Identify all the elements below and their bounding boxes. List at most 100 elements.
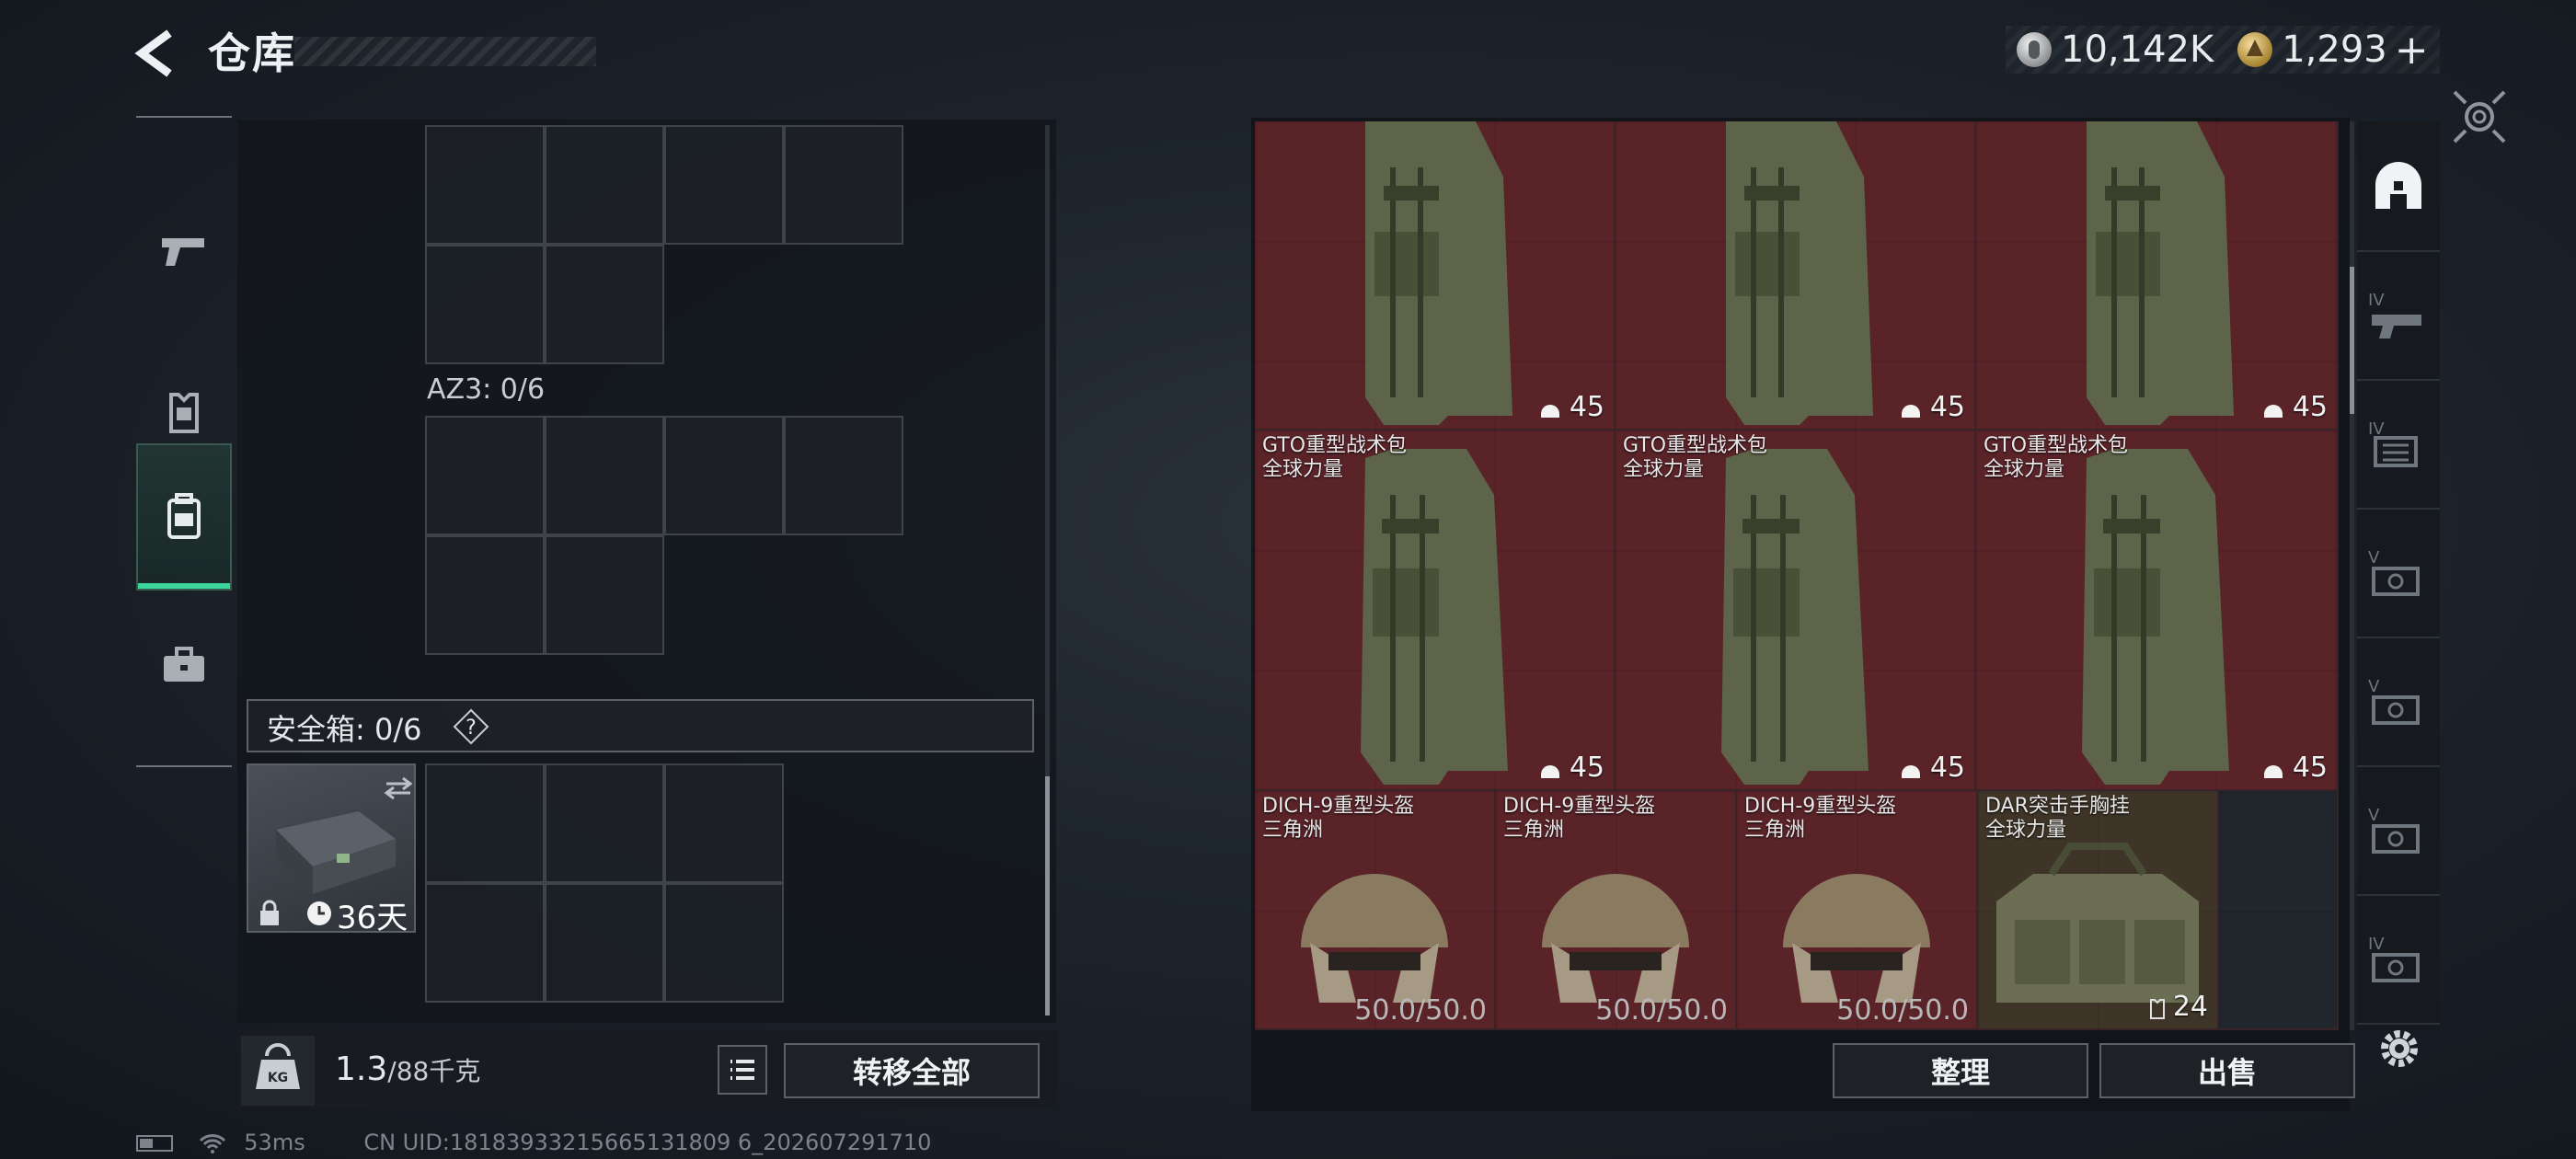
backpack-image (1361, 449, 1508, 785)
backpack-image (2082, 449, 2229, 785)
helmet-small-icon (1902, 765, 1920, 778)
item-durability: 50.0/50.0 (1354, 994, 1487, 1027)
sort-button[interactable]: 整理 (1833, 1043, 2088, 1098)
backpack-image (1721, 449, 1869, 785)
tab-tier-v-1[interactable]: V (2357, 508, 2440, 638)
tab-all-storage[interactable] (2357, 121, 2440, 252)
grid-slot[interactable] (664, 763, 784, 883)
item-gto-backpack[interactable]: GTO重型战术包 全球力量 45 (1976, 430, 2339, 791)
back-arrow-icon[interactable] (129, 26, 184, 81)
item-dar-chest-rig[interactable]: DAR突击手胸挂 全球力量 24 (1978, 791, 2219, 1030)
safebox-label: 安全箱: 0/6 (267, 712, 422, 747)
sidebar-item-backpack[interactable] (136, 443, 232, 591)
grid-slot[interactable] (545, 416, 664, 535)
right-scrollbar-thumb[interactable] (2350, 267, 2354, 414)
right-scrollbar-track[interactable] (2350, 121, 2354, 1030)
item-gto-backpack[interactable]: GTO重型战术包 全球力量 45 (1616, 430, 1976, 791)
grid-slot[interactable] (545, 125, 664, 245)
grid-slot[interactable] (425, 416, 545, 535)
item-backpack[interactable]: 45 (1616, 121, 1976, 430)
svg-text:V: V (2368, 548, 2380, 568)
safebox-timer: 36天 (337, 900, 408, 936)
helmet-small-icon (1541, 405, 1559, 418)
item-durability: 50.0/50.0 (1595, 994, 1728, 1027)
help-icon[interactable]: ? (453, 708, 489, 745)
tab-tier-iv-2[interactable]: IV (2357, 379, 2440, 510)
item-dich9-helmet[interactable]: DICH-9重型头盔 三角洲 50.0/50.0 (1496, 791, 1737, 1030)
tab-tier-v-2[interactable]: V (2357, 637, 2440, 767)
svg-text:V: V (2368, 806, 2380, 825)
tier-v-item-icon: V (2368, 806, 2420, 854)
crosshair-target-icon[interactable] (2451, 88, 2508, 145)
storage-tabs: IV IV V V V IV (2357, 121, 2440, 1030)
item-backpack[interactable]: 45 (1976, 121, 2339, 430)
grid-slot[interactable] (545, 883, 664, 1003)
grid-slot[interactable] (664, 883, 784, 1003)
grid-slot[interactable] (425, 125, 545, 245)
grid-slot[interactable] (784, 125, 903, 245)
helmet-small-icon (1541, 765, 1559, 778)
weight-readout: 1.3/88千克 (335, 1050, 480, 1088)
current-weight: 1.3 (335, 1050, 388, 1088)
empty-grid-slot[interactable] (2219, 791, 2339, 1030)
grid-slot[interactable] (664, 416, 784, 535)
gold-coin-icon (2237, 32, 2273, 67)
item-dich9-helmet[interactable]: DICH-9重型头盔 三角洲 50.0/50.0 (1255, 791, 1496, 1030)
svg-text:IV: IV (2368, 935, 2385, 954)
item-quantity: 45 (1929, 752, 1965, 784)
backpack-image (1365, 121, 1512, 425)
tier-iv-item-icon: IV (2368, 935, 2420, 982)
tab-tier-iv-3[interactable]: IV (2357, 894, 2440, 1025)
weight-icon-box: KG (241, 1036, 315, 1106)
svg-text:?: ? (466, 717, 477, 740)
tier-iv-item-icon: IV (2368, 291, 2421, 339)
grid-slot[interactable] (425, 883, 545, 1003)
list-view-button[interactable] (718, 1045, 767, 1095)
item-name-block: GTO重型战术包 全球力量 (1262, 434, 1407, 482)
grid-slot[interactable] (664, 125, 784, 245)
grid-slot[interactable] (545, 535, 664, 655)
grid-slot[interactable] (784, 416, 903, 535)
armor-vest-icon (169, 393, 199, 433)
item-backpack[interactable]: 45 (1255, 121, 1616, 430)
item-name-block: GTO重型战术包 全球力量 (1984, 434, 2128, 482)
tier-v-item-icon: V (2368, 548, 2420, 596)
item-gto-backpack[interactable]: GTO重型战术包 全球力量 45 (1255, 430, 1616, 791)
svg-text:IV: IV (2368, 291, 2385, 310)
grid-slot[interactable] (545, 245, 664, 364)
helmet-category-icon (2375, 162, 2421, 209)
helmet-small-icon (2264, 765, 2283, 778)
sidebar-item-weapons[interactable] (136, 182, 232, 320)
svg-text:IV: IV (2368, 419, 2385, 439)
item-faction: 三角洲 (1262, 819, 1324, 842)
helmet-small-icon (2264, 405, 2283, 418)
item-quantity: 45 (1929, 391, 1965, 423)
grid-slot[interactable] (545, 763, 664, 883)
item-dich9-helmet[interactable]: DICH-9重型头盔 三角洲 50.0/50.0 (1737, 791, 1978, 1030)
grid-slot[interactable] (425, 245, 545, 364)
tab-tier-iv-1[interactable]: IV (2357, 250, 2440, 381)
sell-button[interactable]: 出售 (2099, 1043, 2355, 1098)
item-name: GTO重型战术包 (1262, 434, 1408, 457)
status-bar: 53ms CN UID:18183933215665131809 6_20260… (136, 1130, 931, 1155)
item-name: DAR突击手胸挂 (1985, 795, 2130, 818)
left-scrollbar-thumb[interactable] (1045, 776, 1050, 1016)
tab-tier-v-3[interactable]: V (2357, 765, 2440, 896)
add-currency-button[interactable]: + (2395, 27, 2429, 74)
item-quantity: 45 (2292, 391, 2328, 423)
item-name: GTO重型战术包 (1623, 434, 1768, 457)
transfer-all-button[interactable]: 转移全部 (784, 1043, 1040, 1098)
grid-slot[interactable] (425, 535, 545, 655)
tier-iv-item-icon: IV (2368, 419, 2418, 467)
weight-kg-icon: KG (256, 1043, 300, 1089)
grid-slot[interactable] (425, 763, 545, 883)
list-icon (730, 1060, 754, 1080)
page-title: 仓库 (208, 29, 296, 78)
storage-item-grid: 45 45 45 GTO重型战术包 全球力量 45 GTO重型战术包 全球力量 … (1255, 121, 2339, 1030)
sidebar-item-cases[interactable] (136, 596, 232, 734)
item-name-block: DAR突击手胸挂 全球力量 (1985, 795, 2130, 843)
gear-icon[interactable] (2374, 1023, 2425, 1074)
container-label-az3: AZ3: 0/6 (427, 373, 546, 406)
item-name: DICH-9重型头盔 (1503, 795, 1656, 818)
briefcase-icon (164, 647, 204, 682)
